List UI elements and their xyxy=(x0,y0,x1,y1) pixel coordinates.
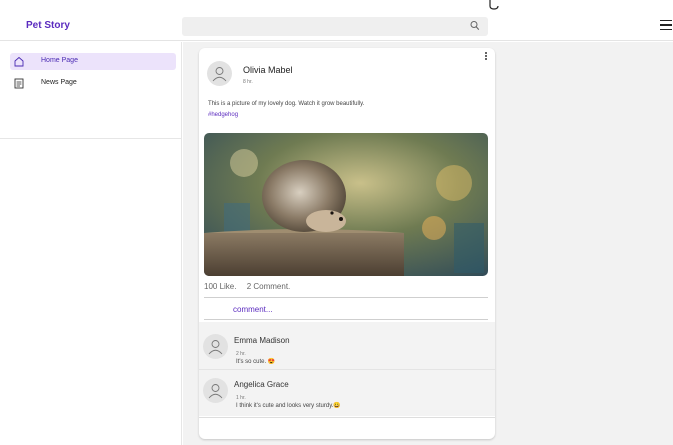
list-item: Emma Madison 2 hr. It's so cute. 😍 xyxy=(199,322,495,368)
like-count[interactable]: 100 Like. xyxy=(204,282,236,291)
user-icon xyxy=(208,340,223,355)
post-hashtag[interactable]: #hedgehog xyxy=(208,112,238,118)
post-card: Olivia Mabel 8 hr. This is a picture of … xyxy=(199,48,495,439)
avatar[interactable] xyxy=(203,334,228,359)
user-icon xyxy=(212,67,227,82)
sidebar-item-label: Home Page xyxy=(41,57,78,64)
document-icon xyxy=(14,78,24,89)
sidebar-divider xyxy=(0,138,182,139)
search-input[interactable] xyxy=(182,17,488,36)
avatar[interactable] xyxy=(207,61,232,86)
sidebar-item-news[interactable]: News Page xyxy=(10,75,176,92)
sidebar-item-home[interactable]: Home Page xyxy=(10,53,176,70)
sidebar: Home Page News Page xyxy=(0,42,182,445)
hamburger-menu-icon[interactable] xyxy=(660,20,672,31)
avatar[interactable] xyxy=(203,378,228,403)
divider xyxy=(204,319,488,320)
post-photo[interactable] xyxy=(204,133,488,276)
divider xyxy=(204,297,488,298)
post-caption: This is a picture of my lovely dog. Watc… xyxy=(208,101,365,107)
comment-count[interactable]: 2 Comment. xyxy=(247,282,291,291)
list-item: Angelica Grace 1 hr. I think it's cute a… xyxy=(199,370,495,416)
user-icon xyxy=(208,384,223,399)
comment-time: 2 hr. xyxy=(236,351,246,357)
post-author[interactable]: Olivia Mabel xyxy=(243,65,293,75)
comment-list: Emma Madison 2 hr. It's so cute. 😍 Angel… xyxy=(199,322,495,416)
post-stats: 100 Like. 2 Comment. xyxy=(204,282,298,291)
comment-text: It's so cute. 😍 xyxy=(236,359,276,365)
comment-author[interactable]: Angelica Grace xyxy=(234,380,289,389)
sidebar-item-label: News Page xyxy=(41,79,77,86)
comment-text: I think it's cute and looks very sturdy.… xyxy=(236,403,341,409)
comment-button[interactable]: comment... xyxy=(233,305,273,314)
home-icon xyxy=(14,56,24,67)
comment-time: 1 hr. xyxy=(236,395,246,401)
more-options-icon[interactable] xyxy=(485,52,488,61)
app-brand[interactable]: Pet Story xyxy=(26,20,70,31)
post-time: 8 hr. xyxy=(243,79,253,85)
comment-author[interactable]: Emma Madison xyxy=(234,336,290,345)
cursor-icon xyxy=(489,0,499,10)
divider xyxy=(199,417,495,418)
search-icon[interactable] xyxy=(470,20,480,32)
